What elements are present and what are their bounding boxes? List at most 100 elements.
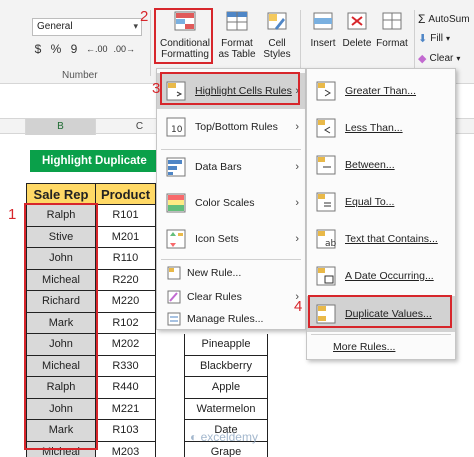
cell-product[interactable]: M220 (96, 291, 156, 313)
column-header-b[interactable]: B (26, 119, 96, 135)
cell-product[interactable]: R101 (96, 205, 156, 227)
conditional-formatting-menu: Highlight Cells Rules › 10 Top/Bottom Ru… (156, 68, 306, 330)
menu-label: Color Scales (195, 197, 255, 209)
cell-item[interactable]: Apple (184, 377, 268, 399)
submenu-label: Less Than... (345, 122, 403, 134)
menu-label: Icon Sets (195, 233, 239, 245)
menu-label: Clear Rules (187, 291, 242, 303)
cell-styles-button[interactable]: Cell Styles (262, 10, 292, 60)
menu-manage-rules[interactable]: Manage Rules... (157, 307, 305, 331)
greater-than-icon (316, 81, 336, 101)
increase-decimal-button[interactable]: ←.00 (86, 44, 108, 54)
step-2-highlight (154, 8, 213, 64)
format-as-table-icon (226, 11, 248, 31)
ribbon-divider (414, 10, 415, 76)
chevron-down-icon[interactable]: ▾ (133, 21, 138, 32)
less-than-icon (316, 118, 336, 138)
menu-separator (161, 259, 301, 260)
chevron-down-icon: ▾ (446, 34, 451, 43)
insert-label: Insert (310, 38, 336, 49)
sigma-icon: Σ (418, 12, 426, 26)
format-button[interactable]: Format (374, 10, 410, 49)
submenu-label: Greater Than... (345, 85, 417, 97)
fill-button[interactable]: ⬇ Fill ▾ (418, 32, 450, 45)
cell-product[interactable]: M203 (96, 441, 156, 457)
chevron-right-icon: › (295, 197, 299, 209)
cell-item[interactable]: Pineapple (184, 334, 268, 356)
comma-button[interactable]: 9 (68, 42, 80, 56)
cell-product[interactable]: R330 (96, 355, 156, 377)
chevron-right-icon: › (295, 121, 299, 133)
menu-label: Data Bars (195, 161, 242, 173)
menu-top-bottom-rules[interactable]: 10 Top/Bottom Rules › (157, 109, 305, 145)
number-format-value: General (37, 21, 73, 32)
select-all-corner[interactable] (0, 119, 26, 135)
menu-icon-sets[interactable]: Icon Sets › (157, 221, 305, 257)
color-scales-icon (166, 193, 186, 213)
fill-down-icon: ⬇ (418, 33, 428, 45)
between-icon (316, 155, 336, 175)
clear-button[interactable]: ◆ Clear ▾ (418, 52, 460, 65)
cell-styles-icon (267, 12, 287, 30)
number-group-label: Number (62, 70, 98, 81)
cell-product[interactable]: M202 (96, 334, 156, 356)
number-format-select[interactable]: General ▾ (32, 18, 142, 36)
delete-label: Delete (342, 38, 372, 49)
step-label-3: 3 (152, 80, 161, 97)
submenu-label: Equal To... (345, 196, 395, 208)
top-bottom-icon: 10 (166, 117, 186, 137)
header-sale-rep[interactable]: Sale Rep (26, 183, 96, 205)
menu-color-scales[interactable]: Color Scales › (157, 185, 305, 221)
insert-button[interactable]: Insert (306, 10, 340, 49)
decrease-decimal-button[interactable]: .00→ (114, 44, 136, 54)
cell-product[interactable]: R220 (96, 269, 156, 291)
cell-product[interactable]: R102 (96, 312, 156, 334)
submenu-label: Between... (345, 159, 395, 171)
clear-rules-icon (167, 290, 181, 304)
fill-label: Fill (430, 33, 443, 44)
menu-new-rule[interactable]: New Rule... (157, 261, 305, 285)
autosum-button[interactable]: Σ AutoSum (418, 12, 470, 26)
calendar-icon (316, 266, 336, 286)
header-product[interactable]: Product (96, 183, 156, 205)
format-cells-icon (382, 12, 402, 30)
submenu-date-occurring[interactable]: A Date Occurring... (307, 258, 455, 294)
cell-item[interactable]: Blackberry (184, 355, 268, 377)
cell-product[interactable]: M201 (96, 226, 156, 248)
cell-item[interactable]: Watermelon (184, 398, 268, 420)
submenu-equal-to[interactable]: Equal To... (307, 184, 455, 220)
menu-data-bars[interactable]: Data Bars › (157, 149, 305, 185)
autosum-label: AutoSum (428, 13, 470, 25)
submenu-more-rules[interactable]: More Rules... (307, 335, 455, 359)
submenu-label: More Rules... (333, 341, 396, 353)
sheet-title-banner: Highlight Duplicate (30, 150, 160, 172)
svg-text:ab: ab (325, 239, 337, 249)
submenu-between[interactable]: Between... (307, 147, 455, 183)
menu-label: Top/Bottom Rules (195, 121, 278, 133)
submenu-greater-than[interactable]: Greater Than... (307, 73, 455, 109)
menu-clear-rules[interactable]: Clear Rules › (157, 285, 305, 309)
submenu-less-than[interactable]: Less Than... (307, 110, 455, 146)
cell-product[interactable]: R110 (96, 248, 156, 270)
percent-button[interactable]: % (50, 42, 62, 56)
delete-button[interactable]: Delete (340, 10, 374, 49)
cell-product[interactable]: R103 (96, 420, 156, 442)
format-as-table-button[interactable]: Format as Table (215, 10, 259, 60)
watermark-text: exceldemy (200, 430, 258, 444)
chevron-down-icon: ▾ (456, 54, 461, 63)
svg-text:10: 10 (171, 125, 183, 135)
cell-product[interactable]: R440 (96, 377, 156, 399)
step-1-selection-highlight (24, 203, 98, 450)
step-label-1: 1 (8, 206, 17, 223)
new-rule-icon (167, 266, 181, 280)
submenu-text-contains[interactable]: ab Text that Contains... (307, 221, 455, 257)
cell-product[interactable]: M221 (96, 398, 156, 420)
ribbon-divider (150, 10, 151, 76)
insert-cells-icon (313, 12, 333, 30)
currency-button[interactable]: $ (32, 42, 44, 56)
eraser-icon: ◆ (418, 53, 427, 65)
step-label-4: 4 (294, 298, 303, 315)
manage-rules-icon (167, 312, 181, 326)
format-as-table-label: Format as Table (218, 38, 256, 60)
chevron-right-icon: › (295, 161, 299, 173)
